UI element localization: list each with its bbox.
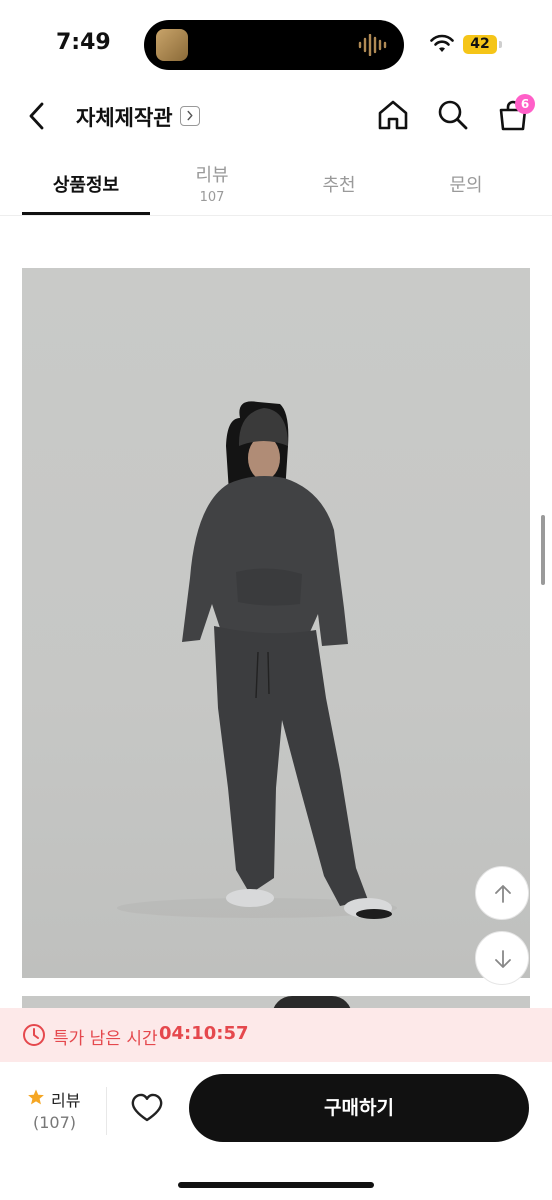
tab-label: 리뷰 (195, 165, 229, 186)
review-count[interactable]: (107) (33, 1113, 76, 1132)
bottom-action-bar: 리뷰 (107) 구매하기 (0, 1062, 552, 1200)
tab-label: 추천 (322, 175, 356, 196)
audio-wave-icon (358, 34, 387, 56)
top-nav: 자체제작관 6 (0, 90, 552, 150)
arrow-down-icon (495, 950, 511, 968)
timer-countdown: 04:10:57 (159, 1023, 249, 1044)
media-thumbnail (156, 29, 188, 61)
home-indicator[interactable] (178, 1182, 374, 1188)
arrow-up-icon (495, 885, 511, 903)
deal-timer-bar: 특가 남은 시간 04:10:57 (0, 1008, 552, 1062)
status-time: 7:49 (56, 30, 111, 55)
clock-icon (23, 1024, 45, 1046)
tab-review-count: 107 (199, 190, 225, 205)
tab-recommend[interactable]: 추천 (275, 152, 403, 216)
review-label[interactable]: 리뷰 (51, 1087, 80, 1111)
cart-count-badge: 6 (515, 94, 535, 114)
wifi-icon (430, 34, 454, 52)
tab-inquiry[interactable]: 문의 (402, 152, 530, 216)
model-illustration (117, 401, 397, 919)
active-tab-indicator (22, 212, 150, 215)
tab-label: 문의 (449, 175, 483, 196)
product-tabs: 상품정보 리뷰 107 추천 문의 (0, 152, 552, 216)
product-image[interactable] (22, 268, 530, 978)
home-icon[interactable] (376, 98, 410, 132)
back-icon[interactable] (22, 98, 54, 134)
heart-icon[interactable] (130, 1092, 164, 1124)
battery-icon: 42 (463, 35, 497, 54)
scroll-up-button[interactable] (475, 866, 529, 920)
dynamic-island[interactable] (144, 20, 404, 70)
store-name[interactable]: 자체제작관 (76, 102, 173, 132)
tab-product-info[interactable]: 상품정보 (22, 152, 150, 216)
timer-label: 특가 남은 시간 (53, 1029, 158, 1049)
page-scrollbar[interactable] (541, 515, 545, 585)
tab-label: 상품정보 (52, 175, 120, 196)
star-icon (28, 1089, 44, 1105)
search-icon[interactable] (436, 98, 470, 132)
divider (106, 1087, 107, 1135)
scroll-down-button[interactable] (475, 931, 529, 985)
buy-button[interactable]: 구매하기 (189, 1074, 529, 1142)
tab-reviews[interactable]: 리뷰 107 (148, 152, 276, 216)
battery-tip (499, 41, 502, 48)
chevron-right-icon[interactable] (180, 106, 200, 126)
status-bar: 7:49 42 (0, 0, 552, 90)
